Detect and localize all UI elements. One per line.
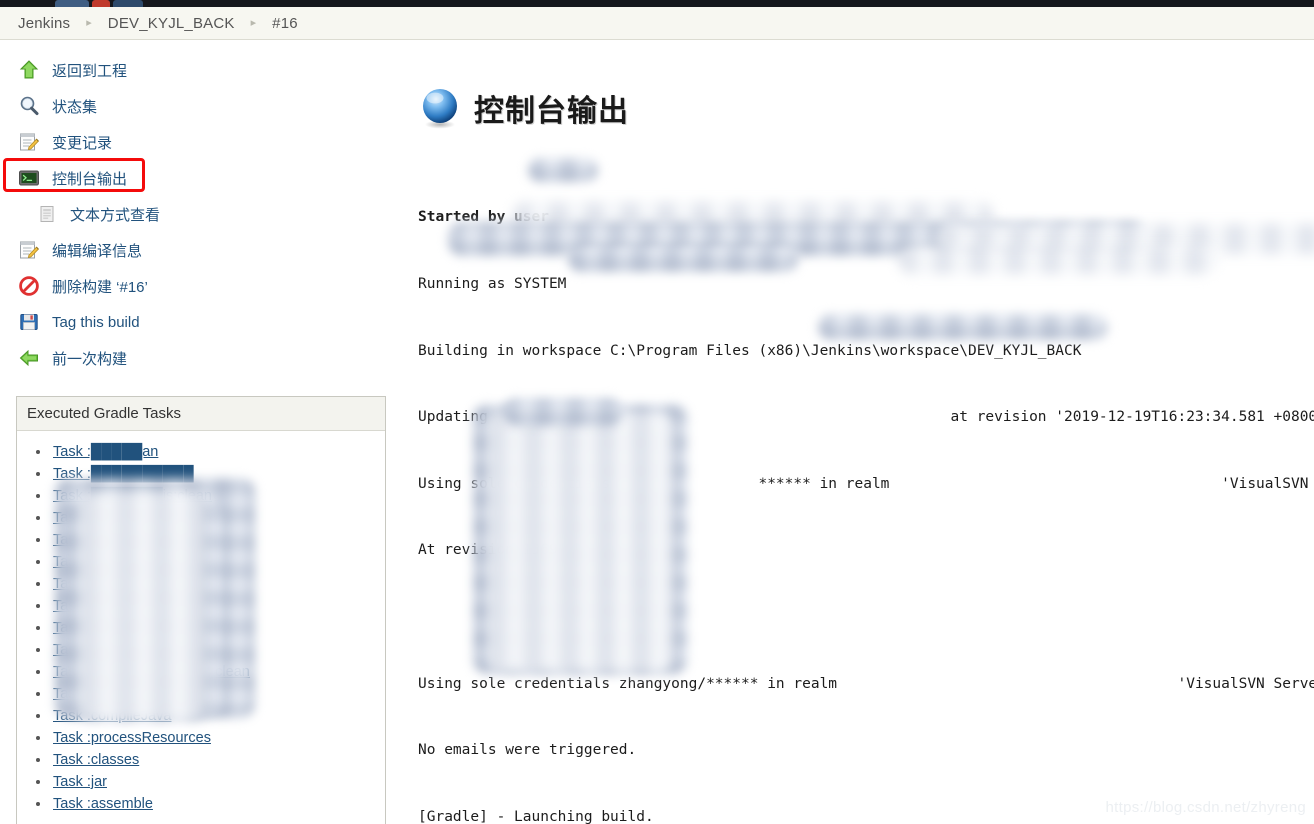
sidebar-item-label: 控制台输出 [52,170,128,188]
console-line: At revision 1369 [418,542,558,559]
sidebar-item-edit-build-information[interactable]: 编辑编译信息 [0,232,400,268]
list-item: Task :███████is:clean [51,485,385,507]
sidebar-item-label: 编辑编译信息 [52,242,143,260]
console-title-text: 控制台输出 [474,94,629,129]
browser-tab-chip[interactable] [113,0,143,7]
sidebar-item-changes[interactable]: 变更记录 [0,124,400,160]
up-arrow-icon [18,59,40,81]
redaction-blur [568,246,798,272]
notepad-pencil-icon [18,239,40,261]
sidebar: 返回到工程 状态集 变更记录 控制台输出 文本方式查看 编辑编译信息 删除构建 … [0,40,400,824]
sidebar-item-status-set[interactable]: 状态集 [0,88,400,124]
breadcrumb-item-build[interactable]: #16 [272,15,298,32]
breadcrumb-item-job[interactable]: DEV_KYJL_BACK [108,15,235,32]
list-item: Task :███████clean [51,529,385,551]
gradle-task-link[interactable]: Task :████ne:clean [53,642,187,658]
gradle-task-link[interactable]: Task :███████is:clean [53,488,212,504]
list-item: Task :jar [51,771,385,793]
document-icon [36,203,58,225]
gradle-task-link[interactable]: Task :█████clean [53,576,177,592]
gradle-task-link[interactable]: Task :classes [53,752,139,768]
list-item: Task :processResources [51,727,385,749]
terminal-icon [18,167,40,189]
list-item: Task :████ne:clean [51,639,385,661]
sidebar-item-label: 变更记录 [52,134,113,152]
sidebar-item-delete-build[interactable]: 删除构建 ‘#16’ [0,268,400,304]
sidebar-item-label: 删除构建 ‘#16’ [52,278,148,296]
list-item: Task :█████ice:clean [51,595,385,617]
sidebar-item-back-to-project[interactable]: 返回到工程 [0,52,400,88]
console-line: Started by user [418,209,549,226]
browser-tab-chip[interactable] [55,0,89,7]
console-line: Using sole credentials zhangyong/****** … [418,675,1314,692]
breadcrumb-separator-icon: ▸ [86,16,92,29]
list-item: Task :█████o:clean [51,617,385,639]
breadcrumb-item-jenkins[interactable]: Jenkins [18,15,70,32]
list-item: Task :█████an [51,441,385,463]
gradle-task-link[interactable]: Task :██████ean [53,554,177,570]
list-item: Task :█████clean [51,573,385,595]
gradle-task-link[interactable]: Task :processResources [53,730,211,746]
gradle-task-link[interactable]: Task :compileJava [53,708,171,724]
gradle-task-link[interactable]: Task :█████ice:clean [53,598,199,614]
gradle-task-link[interactable]: Task :assemble [53,796,153,812]
sidebar-item-console-output[interactable]: 控制台输出 [0,158,400,196]
sidebar-item-previous-build[interactable]: 前一次构建 [0,340,400,376]
sidebar-item-label: 文本方式查看 [70,206,161,224]
left-arrow-icon [18,347,40,369]
breadcrumb-separator-icon: ▸ [250,16,257,29]
sidebar-item-label: 状态集 [52,98,98,116]
gradle-task-link[interactable]: Task :████████:clean [53,510,212,526]
sidebar-item-label: 返回到工程 [52,62,128,80]
redaction-blur [818,314,1108,340]
console-line: No emails were triggered. [418,742,637,759]
watermark: https://blog.csdn.net/zhyreng [1105,799,1306,816]
executed-gradle-tasks-panel: Executed Gradle Tasks Task :█████an Task… [16,396,386,824]
browser-tab-chip[interactable] [92,0,110,7]
redaction-blur [898,246,1218,274]
page-title: 控制台输出 [418,86,1314,130]
console-log: Started by user Running as SYSTEM Buildi… [418,158,1314,824]
no-entry-icon [18,275,40,297]
blue-ball-icon [418,86,462,130]
redaction-blur [528,158,598,182]
list-item: Task :classes [51,749,385,771]
sidebar-item-label: 前一次构建 [52,350,128,368]
console-line: Running as SYSTEM [418,276,567,292]
browser-chrome-strip [0,0,1314,7]
sidebar-item-label: Tag this build [52,313,140,331]
list-item: Task :assemble [51,793,385,815]
gradle-task-link[interactable]: Task :█████o:clean [53,620,189,636]
gradle-task-list: Task :█████an Task :██████████ Task :███… [17,431,385,824]
list-item: Task :███re-component:clean [51,661,385,683]
gradle-task-link[interactable]: Task :███████clean [53,532,197,548]
console-line: Building in workspace C:\Program Files (… [418,342,1082,359]
gradle-task-link[interactable]: Task :jar [53,774,107,790]
notepad-pencil-icon [18,131,40,153]
list-item: Task :██████ean [51,551,385,573]
sidebar-item-view-as-plain-text[interactable]: 文本方式查看 [0,196,400,232]
sidebar-item-tag-this-build[interactable]: Tag this build [0,304,400,340]
floppy-icon [18,311,40,333]
gradle-task-link[interactable]: Task :g██ore-dal:clean [53,686,203,702]
list-item: Task :g██ore-dal:clean [51,683,385,705]
console-output-main: 控制台输出 Started by user Running as SYSTEM … [400,40,1314,824]
list-item: Task :████████:clean [51,507,385,529]
console-line: Using sole credentials ****** in realm '… [418,475,1314,492]
panel-title: Executed Gradle Tasks [17,397,385,431]
console-line: Updating at revision '2019-12-19T16:23:3… [418,409,1314,426]
magnifier-icon [18,95,40,117]
gradle-task-link[interactable]: Task :███re-component:clean [53,664,250,680]
list-item: Task :██████████ [51,463,385,485]
gradle-task-link[interactable]: Task :██████████ [53,466,194,482]
breadcrumb: Jenkins ▸ DEV_KYJL_BACK ▸ #16 [0,7,1314,40]
gradle-task-link[interactable]: Task :█████an [53,444,158,460]
list-item: Task :compileJava [51,705,385,727]
